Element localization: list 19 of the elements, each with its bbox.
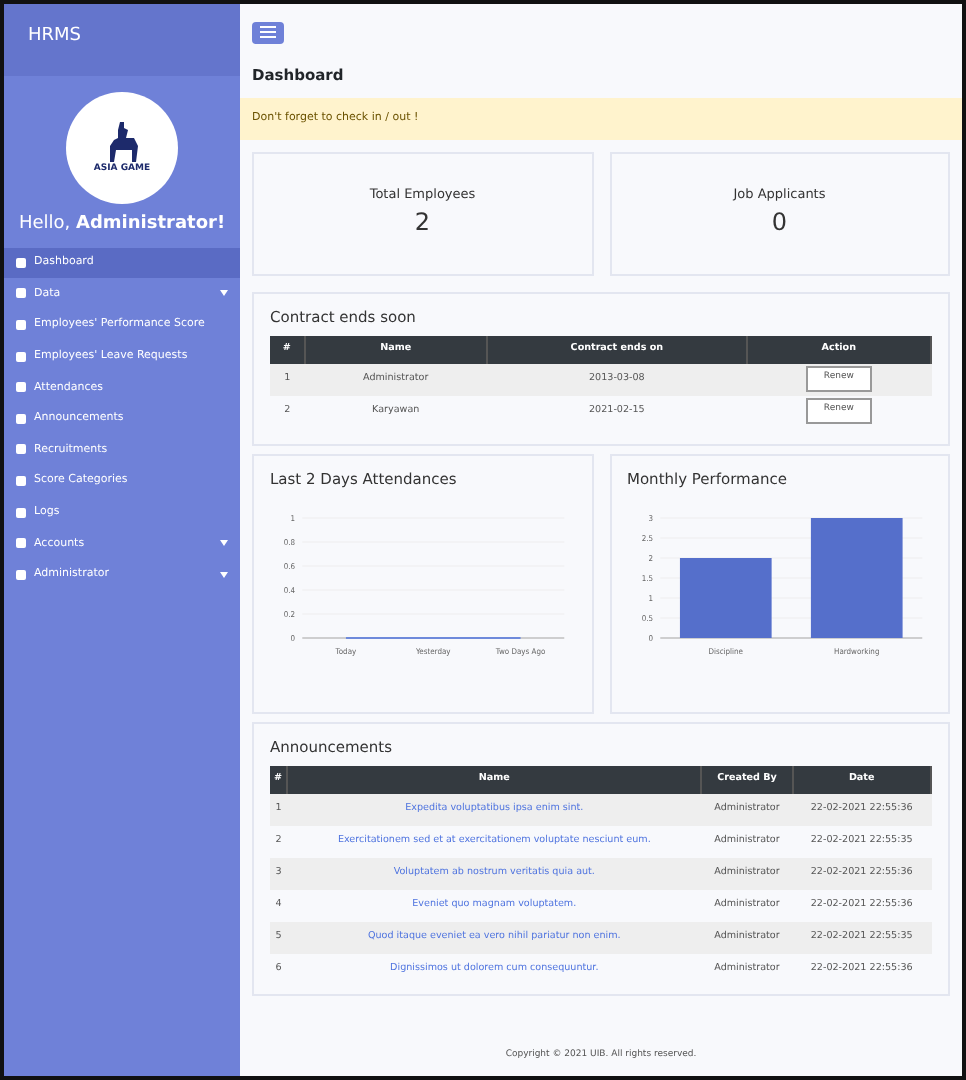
stat-value: 0	[771, 206, 788, 241]
menu-item-icon	[16, 475, 26, 486]
menu-item-icon	[16, 413, 26, 424]
menu-item-icon	[16, 507, 26, 518]
menu-icon	[260, 26, 276, 38]
chart-bar	[678, 558, 771, 638]
brand-title[interactable]: HRMS	[4, 4, 240, 76]
menu-button[interactable]	[252, 21, 284, 43]
menu-item-icon	[16, 257, 26, 268]
menu-item-icon	[16, 444, 26, 455]
menu-item-icon	[16, 351, 26, 362]
menu-item-icon	[16, 569, 26, 580]
menu-item-icon	[16, 382, 26, 393]
menu-item-icon	[16, 288, 26, 299]
menu-item-icon	[16, 319, 26, 330]
menu-item-icon	[16, 538, 26, 549]
chart-bar	[809, 518, 902, 638]
stat-value: 2	[414, 206, 431, 241]
greeting-text: Hello, Administrator!	[16, 212, 228, 238]
